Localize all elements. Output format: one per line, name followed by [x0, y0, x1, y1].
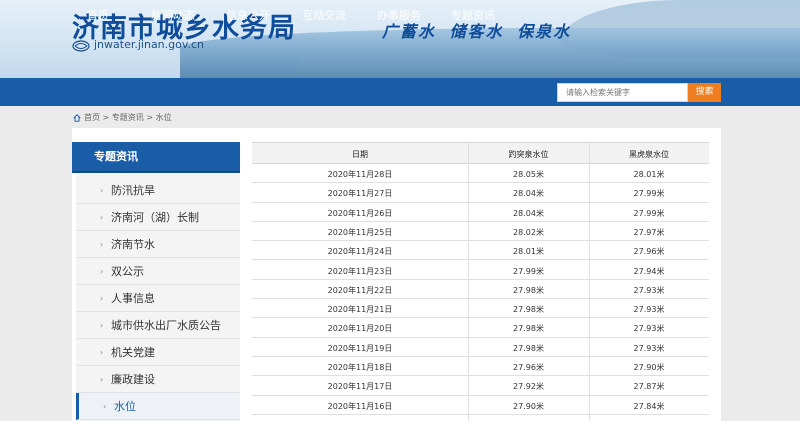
nav-item-home[interactable]: 首页 — [87, 7, 109, 23]
cell-date: 2020年11月26日 — [327, 208, 393, 218]
table-row: 2020年11月16日 27.90米 27.84米 — [252, 396, 709, 415]
cell-date: 2020年11月28日 — [327, 170, 393, 179]
cell-baotu-level: 27.98米 — [513, 305, 544, 315]
sidebar-item-water-quality[interactable]: › 城市供水出厂水质公告 — [76, 312, 240, 339]
cell-heihu-level: 27.93米 — [633, 305, 665, 315]
cell-baotu-level: 27.98米 — [513, 324, 544, 334]
table-row: 2020年11月25日 28.02米 27.97米 — [252, 222, 709, 242]
table-row: 2020年11月17日 27.92米 27.87米 — [252, 376, 709, 396]
chevron-right-icon: › — [100, 186, 104, 195]
table-row: 2020年11月28日 28.05米 28.01米 — [252, 164, 709, 184]
sidebar-item-party-building[interactable]: › 机关党建 — [76, 339, 240, 366]
breadcrumb: 首页 > 专题资讯 > 水位 — [73, 112, 172, 123]
cell-baotu-level: 27.98米 — [513, 343, 544, 353]
table-row: 2020年11月24日 28.01米 27.96米 — [252, 241, 709, 261]
cell-heihu-level: 27.96米 — [633, 247, 665, 257]
logo-icon — [72, 40, 90, 52]
sidebar-item-river-chief[interactable]: › 济南河（湖）长制 — [76, 204, 240, 231]
cell-heihu-level: 27.93米 — [633, 324, 665, 334]
cell-heihu-level: 27.93米 — [633, 343, 665, 353]
sidebar-item-water-saving[interactable]: › 济南节水 — [76, 231, 240, 258]
cell-baotu-level: 27.98米 — [513, 285, 544, 295]
cell-baotu-level: 28.01米 — [513, 247, 544, 257]
cell-baotu-level: 28.04米 — [513, 208, 544, 218]
cell-date: 2020年11月24日 — [327, 247, 393, 257]
chevron-right-icon: › — [100, 348, 104, 357]
chevron-right-icon: › — [103, 402, 107, 411]
table-row: 2020年11月23日 27.99米 27.94米 — [252, 261, 709, 280]
cell-baotu-level: 28.02米 — [513, 227, 544, 237]
search-button[interactable]: 搜索 — [688, 83, 721, 102]
cell-heihu-level: 27.99米 — [633, 208, 665, 218]
chevron-right-icon: › — [100, 213, 104, 222]
sidebar-title: 专题资讯 — [72, 142, 240, 173]
site-domain: jnwater.jinan.gov.cn — [94, 38, 205, 51]
search-input[interactable] — [557, 83, 688, 102]
cell-date: 2020年11月21日 — [327, 305, 393, 315]
chevron-right-icon: › — [100, 321, 104, 330]
table-row: 2020年11月19日 27.98米 27.93米 — [252, 338, 709, 357]
cell-baotu-level: 27.99米 — [513, 266, 544, 276]
chevron-right-icon: › — [100, 267, 104, 276]
cell-heihu-level: 27.90米 — [633, 363, 665, 372]
chevron-right-icon: › — [100, 294, 104, 303]
sidebar-item-water-level[interactable]: › 水位 — [76, 393, 240, 420]
column-header-date: 日期 — [352, 150, 368, 159]
table-row: 2020年11月27日 28.04米 27.99米 — [252, 183, 709, 203]
nav-item-topics[interactable]: 专题资讯 — [451, 7, 495, 23]
table-header: 日期 趵突泉水位 黑虎泉水位 — [252, 142, 709, 164]
nav-item-interaction[interactable]: 互动交流 — [302, 7, 346, 23]
column-header-baotu-spring: 趵突泉水位 — [508, 150, 549, 159]
cell-baotu-level: 28.04米 — [513, 189, 544, 199]
cell-heihu-level: 27.87米 — [633, 382, 665, 392]
breadcrumb-text[interactable]: 首页 > 专题资讯 > 水位 — [84, 112, 172, 123]
cell-heihu-level: 27.94米 — [633, 266, 665, 276]
cell-date: 2020年11月18日 — [327, 363, 393, 372]
cell-date: 2020年11月22日 — [327, 285, 393, 295]
table-row: 2020年11月22日 27.98米 27.93米 — [252, 280, 709, 300]
table-row: 2020年11月20日 27.98米 27.93米 — [252, 318, 709, 338]
cell-heihu-level: 27.97米 — [633, 227, 665, 237]
cell-date: 2020年11月27日 — [327, 189, 393, 199]
cell-heihu-level: 27.93米 — [633, 285, 665, 295]
chevron-right-icon: › — [100, 375, 104, 384]
cell-date: 2020年11月23日 — [327, 266, 393, 276]
home-icon — [73, 113, 81, 122]
cell-date: 2020年11月20日 — [327, 324, 393, 334]
column-header-heihu-spring: 黑虎泉水位 — [629, 150, 669, 159]
table-row: 2020年11月26日 28.04米 27.99米 — [252, 203, 709, 222]
sidebar-item-integrity[interactable]: › 廉政建设 — [76, 366, 240, 393]
cell-heihu-level: 28.01米 — [633, 170, 665, 179]
cell-baotu-level: 27.96米 — [513, 363, 544, 372]
nav-item-services[interactable]: 办事服务 — [377, 7, 421, 23]
chevron-right-icon: › — [100, 240, 104, 249]
cell-heihu-level: 27.84米 — [633, 401, 665, 411]
sidebar-item-flood-control[interactable]: › 防汛抗旱 — [76, 177, 240, 204]
sidebar-item-double-disclosure[interactable]: › 双公示 — [76, 258, 240, 285]
nav-item-news[interactable]: 新闻动态 — [151, 7, 195, 23]
cell-date: 2020年11月16日 — [327, 401, 393, 411]
sidebar-item-personnel[interactable]: › 人事信息 — [76, 285, 240, 312]
table-row: 2020年11月18日 27.96米 27.90米 — [252, 357, 709, 377]
banner-shore — [300, 58, 800, 78]
cell-baotu-level: 27.92米 — [513, 382, 544, 392]
cell-date: 2020年11月25日 — [327, 227, 393, 237]
nav-item-disclosure[interactable]: 信息公开 — [226, 7, 270, 23]
table-row: 2020年11月21日 27.98米 27.93米 — [252, 299, 709, 319]
cell-date: 2020年11月17日 — [327, 382, 393, 392]
cell-date: 2020年11月19日 — [327, 343, 393, 353]
cell-heihu-level: 27.99米 — [633, 189, 665, 199]
cell-baotu-level: 28.05米 — [513, 170, 544, 179]
cell-baotu-level: 27.90米 — [513, 401, 544, 411]
